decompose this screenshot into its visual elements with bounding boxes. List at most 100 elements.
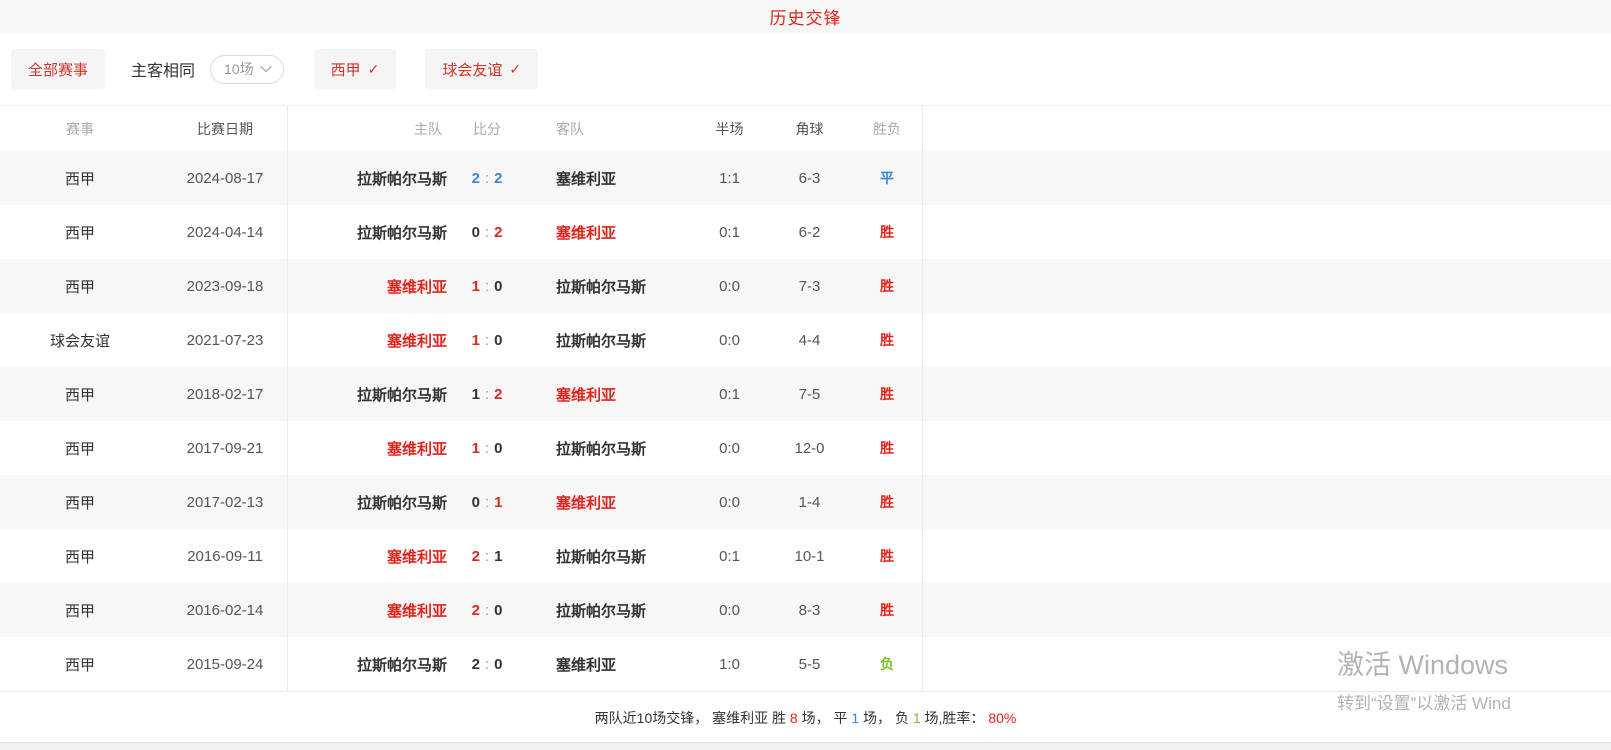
page-title: 历史交锋 — [770, 4, 842, 29]
match-count-value: 10场 — [224, 59, 254, 79]
cell-score: 2:0 — [447, 656, 527, 673]
table-row: 西甲 2016-02-14 塞维利亚 2:0 拉斯帕尔马斯 0:0 8-3 胜 — [0, 583, 1611, 637]
header-result: 胜负 — [852, 119, 922, 139]
home-score: 1 — [472, 440, 480, 457]
cell-half-time: 0:1 — [692, 224, 767, 241]
home-score: 0 — [472, 494, 480, 511]
table-row: 西甲 2015-09-24 拉斯帕尔马斯 2:0 塞维利亚 1:0 5-5 负 — [0, 637, 1611, 691]
match-count-dropdown[interactable]: 10场 — [210, 55, 284, 84]
cell-home-team: 塞维利亚 — [290, 276, 447, 297]
cell-away-team: 拉斯帕尔马斯 — [527, 276, 692, 297]
head-to-head-table: 赛事 比赛日期 主队 比分 客队 半场 角球 胜负 西甲 2024-08-17 … — [0, 105, 1611, 691]
cell-away-team: 拉斯帕尔马斯 — [527, 330, 692, 351]
cell-result: 胜 — [852, 438, 922, 458]
cell-score: 1:0 — [447, 440, 527, 457]
cell-competition: 西甲 — [0, 600, 160, 621]
score-colon: : — [485, 494, 489, 511]
table-row: 西甲 2017-02-13 拉斯帕尔马斯 0:1 塞维利亚 0:0 1-4 胜 — [0, 475, 1611, 529]
column-divider — [922, 106, 923, 691]
table-body: 西甲 2024-08-17 拉斯帕尔马斯 2:2 塞维利亚 1:1 6-3 平 … — [0, 151, 1611, 691]
table-row: 西甲 2024-04-14 拉斯帕尔马斯 0:2 塞维利亚 0:1 6-2 胜 — [0, 205, 1611, 259]
column-divider — [287, 106, 288, 691]
cell-home-team: 拉斯帕尔马斯 — [290, 222, 447, 243]
away-score: 2 — [494, 170, 502, 187]
cell-home-team: 拉斯帕尔马斯 — [290, 168, 447, 189]
cell-corners: 4-4 — [767, 332, 852, 349]
cell-result: 胜 — [852, 546, 922, 566]
header-date: 比赛日期 — [160, 119, 290, 139]
cell-date: 2017-02-13 — [160, 494, 290, 511]
cell-half-time: 0:0 — [692, 440, 767, 457]
cell-competition: 球会友谊 — [0, 330, 160, 351]
cell-away-team: 拉斯帕尔马斯 — [527, 600, 692, 621]
cell-result: 胜 — [852, 330, 922, 350]
score-colon: : — [485, 386, 489, 403]
cell-half-time: 0:0 — [692, 332, 767, 349]
cell-result: 胜 — [852, 384, 922, 404]
cell-competition: 西甲 — [0, 222, 160, 243]
cell-corners: 6-3 — [767, 170, 852, 187]
home-score: 1 — [472, 386, 480, 403]
cell-result: 胜 — [852, 222, 922, 242]
cell-date: 2024-04-14 — [160, 224, 290, 241]
bottom-strip — [0, 742, 1611, 750]
cell-score: 1:0 — [447, 332, 527, 349]
away-score: 0 — [494, 440, 502, 457]
cell-away-team: 塞维利亚 — [527, 222, 692, 243]
cell-half-time: 0:1 — [692, 548, 767, 565]
cell-competition: 西甲 — [0, 438, 160, 459]
cell-score: 1:0 — [447, 278, 527, 295]
summary-text: 场,胜率： — [921, 708, 989, 728]
away-score: 2 — [494, 386, 502, 403]
cell-result: 胜 — [852, 600, 922, 620]
check-icon: ✓ — [368, 61, 380, 78]
filter-friendly-chip[interactable]: 球会友谊 ✓ — [425, 49, 538, 89]
score-colon: : — [485, 548, 489, 565]
header-score: 比分 — [447, 119, 527, 139]
cell-competition: 西甲 — [0, 168, 160, 189]
table-row: 西甲 2023-09-18 塞维利亚 1:0 拉斯帕尔马斯 0:0 7-3 胜 — [0, 259, 1611, 313]
cell-away-team: 塞维利亚 — [527, 492, 692, 513]
cell-corners: 12-0 — [767, 440, 852, 457]
cell-score: 0:1 — [447, 494, 527, 511]
home-score: 2 — [472, 170, 480, 187]
summary-bar: 两队近10场交锋， 塞维利亚 胜 8 场， 平 1 场， 负 1 场,胜率： 8… — [0, 691, 1611, 743]
chevron-down-icon — [260, 60, 271, 71]
filter-same-home-away-button[interactable]: 主客相同 — [131, 57, 195, 81]
header-half-time: 半场 — [692, 119, 767, 139]
cell-half-time: 0:1 — [692, 386, 767, 403]
cell-result: 负 — [852, 654, 922, 674]
filter-all-events-label: 全部赛事 — [28, 59, 88, 80]
cell-date: 2015-09-24 — [160, 656, 290, 673]
filter-bar: 全部赛事 主客相同 10场 西甲 ✓ 球会友谊 ✓ — [0, 33, 1611, 105]
header-corners: 角球 — [767, 119, 852, 139]
filter-league-chip[interactable]: 西甲 ✓ — [314, 49, 397, 89]
cell-result: 胜 — [852, 276, 922, 296]
check-icon: ✓ — [509, 61, 521, 78]
cell-home-team: 拉斯帕尔马斯 — [290, 654, 447, 675]
cell-date: 2016-02-14 — [160, 602, 290, 619]
away-score: 0 — [494, 332, 502, 349]
summary-text: 两队近10场交锋， 塞维利亚 胜 — [595, 708, 790, 728]
cell-away-team: 塞维利亚 — [527, 384, 692, 405]
cell-corners: 10-1 — [767, 548, 852, 565]
cell-score: 2:0 — [447, 602, 527, 619]
home-score: 2 — [472, 602, 480, 619]
home-score: 1 — [472, 332, 480, 349]
cell-home-team: 塞维利亚 — [290, 546, 447, 567]
summary-text: 场， 平 — [798, 708, 852, 728]
title-band: 历史交锋 — [0, 0, 1611, 33]
cell-away-team: 塞维利亚 — [527, 168, 692, 189]
cell-corners: 6-2 — [767, 224, 852, 241]
home-score: 1 — [472, 278, 480, 295]
summary-text: 场， 负 — [859, 708, 913, 728]
score-colon: : — [485, 278, 489, 295]
filter-league-label: 西甲 — [331, 59, 361, 80]
cell-corners: 8-3 — [767, 602, 852, 619]
filter-all-events-button[interactable]: 全部赛事 — [11, 49, 105, 89]
home-score: 0 — [472, 224, 480, 241]
header-away-team: 客队 — [527, 119, 692, 139]
cell-score: 2:2 — [447, 170, 527, 187]
score-colon: : — [485, 170, 489, 187]
table-row: 西甲 2017-09-21 塞维利亚 1:0 拉斯帕尔马斯 0:0 12-0 胜 — [0, 421, 1611, 475]
